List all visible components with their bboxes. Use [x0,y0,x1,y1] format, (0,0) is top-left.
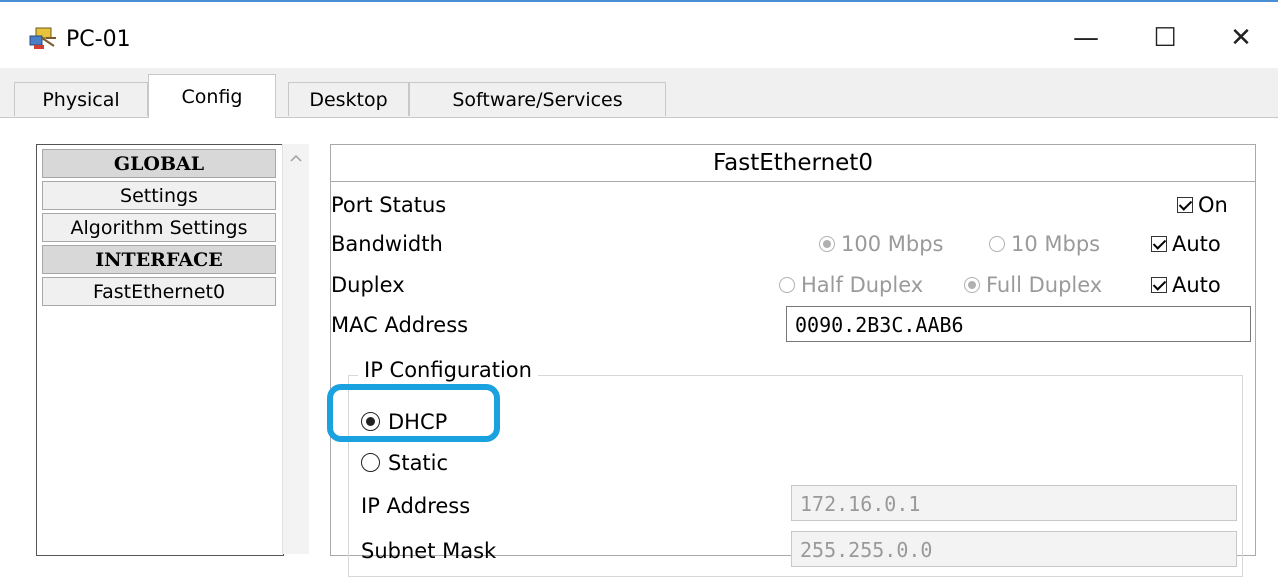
duplex-half-radio[interactable]: Half Duplex [779,273,923,297]
static-label: Static [388,451,449,475]
tab-config[interactable]: Config [148,74,276,118]
close-icon: ✕ [1230,23,1252,53]
interface-title: FastEthernet0 [331,145,1255,182]
tab-software-services[interactable]: Software/Services [409,82,666,116]
config-nav-list: GLOBAL Settings Algorithm Settings INTER… [36,144,284,556]
bandwidth-label: Bandwidth [331,232,443,256]
ip-address-label: IP Address [361,494,471,518]
ip-configuration-title: IP Configuration [358,358,538,382]
duplex-full-label: Full Duplex [986,273,1103,297]
minimize-button[interactable]: — [1055,14,1117,62]
duplex-auto-check-icon [1151,277,1167,293]
duplex-auto-label: Auto [1172,273,1221,297]
title-bar: PC-01 — ☐ ✕ [0,0,1278,68]
duplex-label: Duplex [331,273,405,297]
nav-item-fastethernet0[interactable]: FastEthernet0 [42,277,276,306]
window-top-border [0,0,1278,2]
bandwidth-auto-label: Auto [1172,232,1221,256]
dhcp-highlight-annotation [327,384,500,442]
bandwidth-10-label: 10 Mbps [1011,232,1101,256]
duplex-half-label: Half Duplex [801,273,924,297]
maximize-button[interactable]: ☐ [1134,14,1196,62]
bandwidth-10-radio[interactable]: 10 Mbps [989,232,1100,256]
nav-header-global: GLOBAL [42,149,276,178]
radio-unselected-icon [779,277,795,293]
nav-item-algorithm-settings[interactable]: Algorithm Settings [42,213,276,242]
radio-selected-icon [964,277,980,293]
ip-address-field[interactable]: 172.16.0.1 [791,485,1237,521]
bandwidth-100-radio[interactable]: 100 Mbps [819,232,943,256]
pc-icon [29,27,56,49]
radio-unselected-icon [361,453,380,472]
subnet-mask-field[interactable]: 255.255.0.0 [791,531,1237,567]
minimize-icon: — [1073,23,1099,53]
duplex-full-radio[interactable]: Full Duplex [964,273,1102,297]
bandwidth-100-label: 100 Mbps [841,232,944,256]
subnet-mask-label: Subnet Mask [361,539,497,563]
nav-item-settings[interactable]: Settings [42,181,276,210]
interface-panel: FastEthernet0 Port Status On Bandwidth 1… [330,144,1256,577]
radio-selected-icon [819,236,835,252]
tab-physical[interactable]: Physical [14,82,148,116]
maximize-icon: ☐ [1153,23,1177,53]
mac-address-field[interactable]: 0090.2B3C.AAB6 [786,306,1251,342]
window-title: PC-01 [66,27,131,52]
tab-bar: Physical Config Desktop Software/Service… [0,68,1278,118]
bandwidth-auto-checkbox[interactable]: Auto [1151,232,1221,256]
tab-desktop[interactable]: Desktop [288,82,409,116]
port-status-toggle[interactable]: On [1177,193,1228,217]
bandwidth-auto-check-icon [1151,236,1167,252]
port-status-checkbox[interactable] [1177,197,1193,213]
static-radio[interactable]: Static [361,451,448,475]
port-status-on-label: On [1198,193,1228,217]
port-status-label: Port Status [331,193,447,217]
close-button[interactable]: ✕ [1210,14,1272,62]
nav-scrollbar[interactable] [282,144,309,554]
mac-address-label: MAC Address [331,313,469,337]
radio-unselected-icon [989,236,1005,252]
scroll-up-icon[interactable] [290,154,302,162]
duplex-auto-checkbox[interactable]: Auto [1151,273,1221,297]
nav-header-interface: INTERFACE [42,245,276,274]
